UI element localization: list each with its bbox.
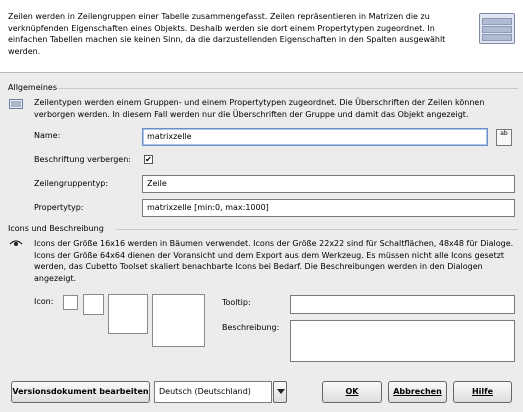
- header-description: Zeilen werden in Zeilengruppen einer Tab…: [8, 12, 446, 56]
- edit-version-document-button[interactable]: Versionsdokument bearbeiten: [11, 381, 150, 403]
- cancel-button-label: Abbrechen: [393, 387, 442, 396]
- language-dropdown-button[interactable]: [273, 381, 287, 403]
- name-input[interactable]: matrixzelle: [142, 128, 488, 146]
- icons-description: Icons der Größe 16x16 werden in Bäumen v…: [34, 239, 514, 283]
- property-type-field[interactable]: matrixzelle [min:0, max:1000]: [142, 199, 515, 217]
- chevron-down-icon: [277, 389, 285, 394]
- section-title-icons: Icons und Beschreibung: [8, 224, 104, 233]
- icon-22-slot[interactable]: [83, 294, 104, 315]
- row-group-type-label: Zeilengruppentyp:: [34, 179, 109, 188]
- tooltip-input[interactable]: [290, 295, 515, 314]
- description-label: Beschreibung:: [222, 323, 280, 332]
- property-type-label: Propertytyp:: [34, 203, 84, 212]
- help-button[interactable]: Hilfe: [453, 381, 512, 403]
- tooltip-label: Tooltip:: [222, 298, 251, 307]
- ab-text-icon: ab: [500, 130, 508, 137]
- name-label: Name:: [34, 131, 61, 140]
- section-title-allgemeines: Allgemeines: [8, 83, 58, 92]
- ok-button-label: OK: [345, 387, 359, 396]
- icon-48-slot[interactable]: [108, 294, 148, 334]
- hide-caption-checkbox[interactable]: ✔: [144, 155, 153, 164]
- help-button-label: Hilfe: [471, 387, 494, 396]
- language-select[interactable]: Deutsch (Deutschland): [154, 381, 272, 403]
- section-divider: [58, 88, 518, 89]
- cancel-button[interactable]: Abbrechen: [388, 381, 447, 403]
- info-list-icon: [9, 99, 23, 109]
- row-group-type-field[interactable]: Zeile: [142, 175, 515, 193]
- section-divider-icons: [116, 229, 518, 230]
- hide-caption-label: Beschriftung verbergen:: [34, 155, 131, 164]
- description-textarea[interactable]: [290, 320, 515, 362]
- icon-label: Icon:: [34, 297, 54, 306]
- eye-icon: [9, 238, 23, 248]
- icon-64-slot[interactable]: [152, 294, 205, 347]
- allgemeines-description: Zeilentypen werden einem Gruppen- und ei…: [34, 98, 485, 119]
- table-rows-icon: [479, 13, 515, 44]
- ok-button[interactable]: OK: [322, 381, 382, 403]
- header-divider: [0, 72, 523, 73]
- icon-16-slot[interactable]: [63, 295, 78, 310]
- name-options-button[interactable]: ab: [496, 129, 512, 146]
